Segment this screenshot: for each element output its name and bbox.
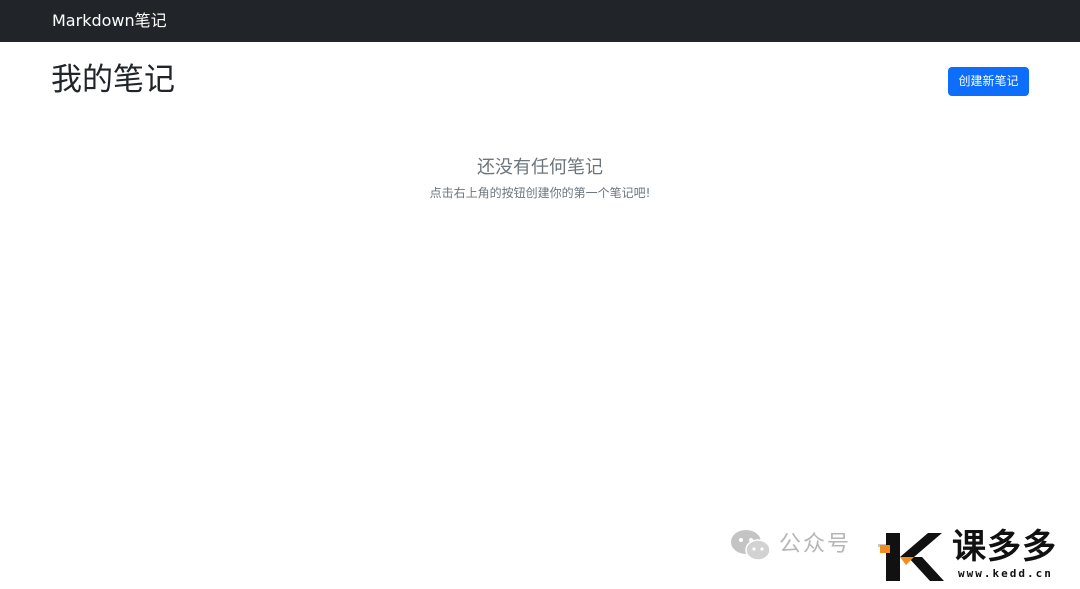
page-title: 我的笔记 (51, 62, 175, 98)
watermark-logo-text: 课多多 (952, 527, 1057, 567)
wechat-icon (731, 530, 771, 561)
watermark-account-label: 公众号 (779, 532, 852, 557)
top-navbar: Markdown笔记 (0, 0, 1080, 42)
watermark-url: www.kedd.cn (958, 567, 1053, 580)
navbar-brand-link[interactable]: Markdown笔记 (52, 10, 167, 32)
empty-state-subtitle: 点击右上角的按钮创建你的第一个笔记吧! (429, 186, 651, 200)
empty-state-title: 还没有任何笔记 (477, 157, 603, 178)
empty-state: 还没有任何笔记 点击右上角的按钮创建你的第一个笔记吧! (340, 155, 740, 201)
create-note-button[interactable]: 创建新笔记 (948, 67, 1029, 96)
